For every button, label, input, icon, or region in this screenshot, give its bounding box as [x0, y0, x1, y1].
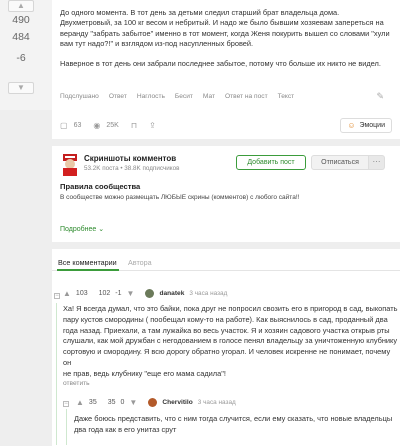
upvote-icon[interactable]: ▲ [76, 398, 84, 407]
comment-line: Ха! Я всегда думал, что это байки, пока … [63, 304, 398, 313]
collapse-thread-button[interactable]: − [54, 293, 60, 299]
downvote-button[interactable]: ▼ [8, 82, 34, 94]
community-stats: 53.2K поста • 38.8K подписчиков [84, 165, 180, 172]
comment-line: слушали, как мой дружбан с негодованием … [63, 336, 398, 346]
rules-text: В сообществе можно размещать ЛЮБЫЕ скрин… [60, 194, 300, 201]
emotions-button[interactable]: ☺ Эмоции [340, 117, 392, 133]
community-card: Скриншоты комментов 53.2K поста • 38.8K … [52, 146, 400, 242]
thread-line[interactable] [56, 303, 57, 445]
avatar[interactable] [145, 289, 155, 298]
comment-plus: 35 [107, 399, 116, 406]
comments-tabs: Все комментарии Автора [52, 249, 400, 271]
tag-item[interactable]: Ответ на пост [225, 93, 268, 100]
upvote-icon[interactable]: ▲ [63, 289, 71, 298]
comment-line: пару кустов смородины ( пообещал кому-то… [63, 314, 388, 324]
comment-header: ▲ 103 102 -1 ▼ danatek 3 часа назад [63, 289, 227, 298]
comments-panel: Все комментарии Автора − ▲ 103 102 -1 ▼ … [52, 249, 400, 446]
comment-header: ▲ 35 35 0 ▼ Chervitilo 3 часа назад [76, 398, 236, 407]
comments-count: 63 [73, 121, 82, 129]
comment-rating: 103 [75, 290, 88, 297]
emotions-label: Эмоции [359, 121, 386, 129]
thread-line[interactable] [66, 409, 67, 445]
rules-title: Правила сообщества [60, 182, 141, 191]
comment-plus: 102 [98, 290, 111, 297]
tag-item[interactable]: Бесит [175, 93, 193, 100]
comment-rating: 35 [88, 399, 97, 406]
tag-item[interactable]: Текст [278, 93, 295, 100]
comment-line: не прав, ведь клубнику "еще его мама сад… [63, 368, 226, 378]
more-options-button[interactable]: ··· [369, 155, 385, 170]
comment-icon[interactable]: ▢ [60, 121, 68, 130]
avatar[interactable] [148, 398, 158, 407]
active-tab-indicator [57, 269, 119, 271]
unsubscribe-button[interactable]: Отписаться [311, 155, 369, 170]
post-card: До одного момента. В тот день за детьми … [52, 0, 400, 139]
edit-pencil-icon[interactable]: ✎ [376, 91, 384, 102]
post-footer: ▢ 63 ◉ 25K ⊓ ⇪ ☺ Эмоции [60, 117, 392, 133]
add-post-button[interactable]: Добавить пост [236, 155, 306, 170]
comment-time: 3 часа назад [189, 290, 228, 297]
tag-item[interactable]: Ответ [109, 93, 127, 100]
comment-line: два года как в его унитаз срут [74, 424, 177, 434]
eye-icon: ◉ [93, 120, 101, 130]
rating-plus: 490 [12, 14, 30, 26]
tag-item[interactable]: Мат [203, 93, 215, 100]
community-name[interactable]: Скриншоты комментов [84, 154, 176, 163]
views-count: 25K [106, 121, 119, 129]
downvote-icon[interactable]: ▼ [127, 289, 135, 298]
post-body: До одного момента. В тот день за детьми … [60, 8, 390, 78]
post-tags: Подслушано Ответ Наглость Бесит Мат Отве… [60, 93, 294, 100]
post-paragraph: Наверное в тот день они забрали последне… [60, 58, 381, 68]
community-avatar[interactable] [60, 152, 80, 176]
more-link[interactable]: Подробнее ⌄ [60, 225, 104, 233]
comment-author[interactable]: Chervitilo [162, 399, 192, 406]
upvote-button[interactable]: ▲ [8, 0, 34, 12]
comment-line: сортовую и смородину. Я всю дорогу обрат… [63, 347, 391, 367]
rating-total: -6 [16, 52, 26, 64]
comment-line: года назад. Приехали, а там лужайка во в… [63, 325, 390, 335]
comment-time: 3 часа назад [197, 399, 236, 406]
rating-column: ▲ 490 484 -6 ▼ [0, 0, 52, 110]
comment-text: Даже боюсь представить, что с ним тогда … [74, 414, 399, 436]
comment-text: Ха! Я всегда думал, что это байки, пока … [63, 304, 399, 380]
comment-minus: 0 [120, 399, 125, 406]
emoji-icon: ☺ [347, 120, 356, 130]
bookmark-icon[interactable]: ⊓ [131, 121, 137, 130]
post-paragraph: До одного момента. В тот день за детьми … [60, 8, 390, 49]
comment-line: Даже боюсь представить, что с ним тогда … [74, 414, 393, 423]
comment-author[interactable]: danatek [159, 290, 184, 297]
share-icon[interactable]: ⇪ [149, 121, 156, 130]
collapse-thread-button[interactable]: − [63, 401, 69, 407]
tab-all-comments[interactable]: Все комментарии [58, 258, 117, 267]
comment-minus: -1 [115, 290, 122, 297]
tab-author[interactable]: Автора [128, 258, 152, 267]
tag-item[interactable]: Наглость [137, 93, 165, 100]
downvote-icon[interactable]: ▼ [129, 398, 137, 407]
reply-link[interactable]: ответить [63, 380, 90, 387]
rating-minus: 484 [12, 31, 30, 43]
tag-item[interactable]: Подслушано [60, 93, 99, 100]
